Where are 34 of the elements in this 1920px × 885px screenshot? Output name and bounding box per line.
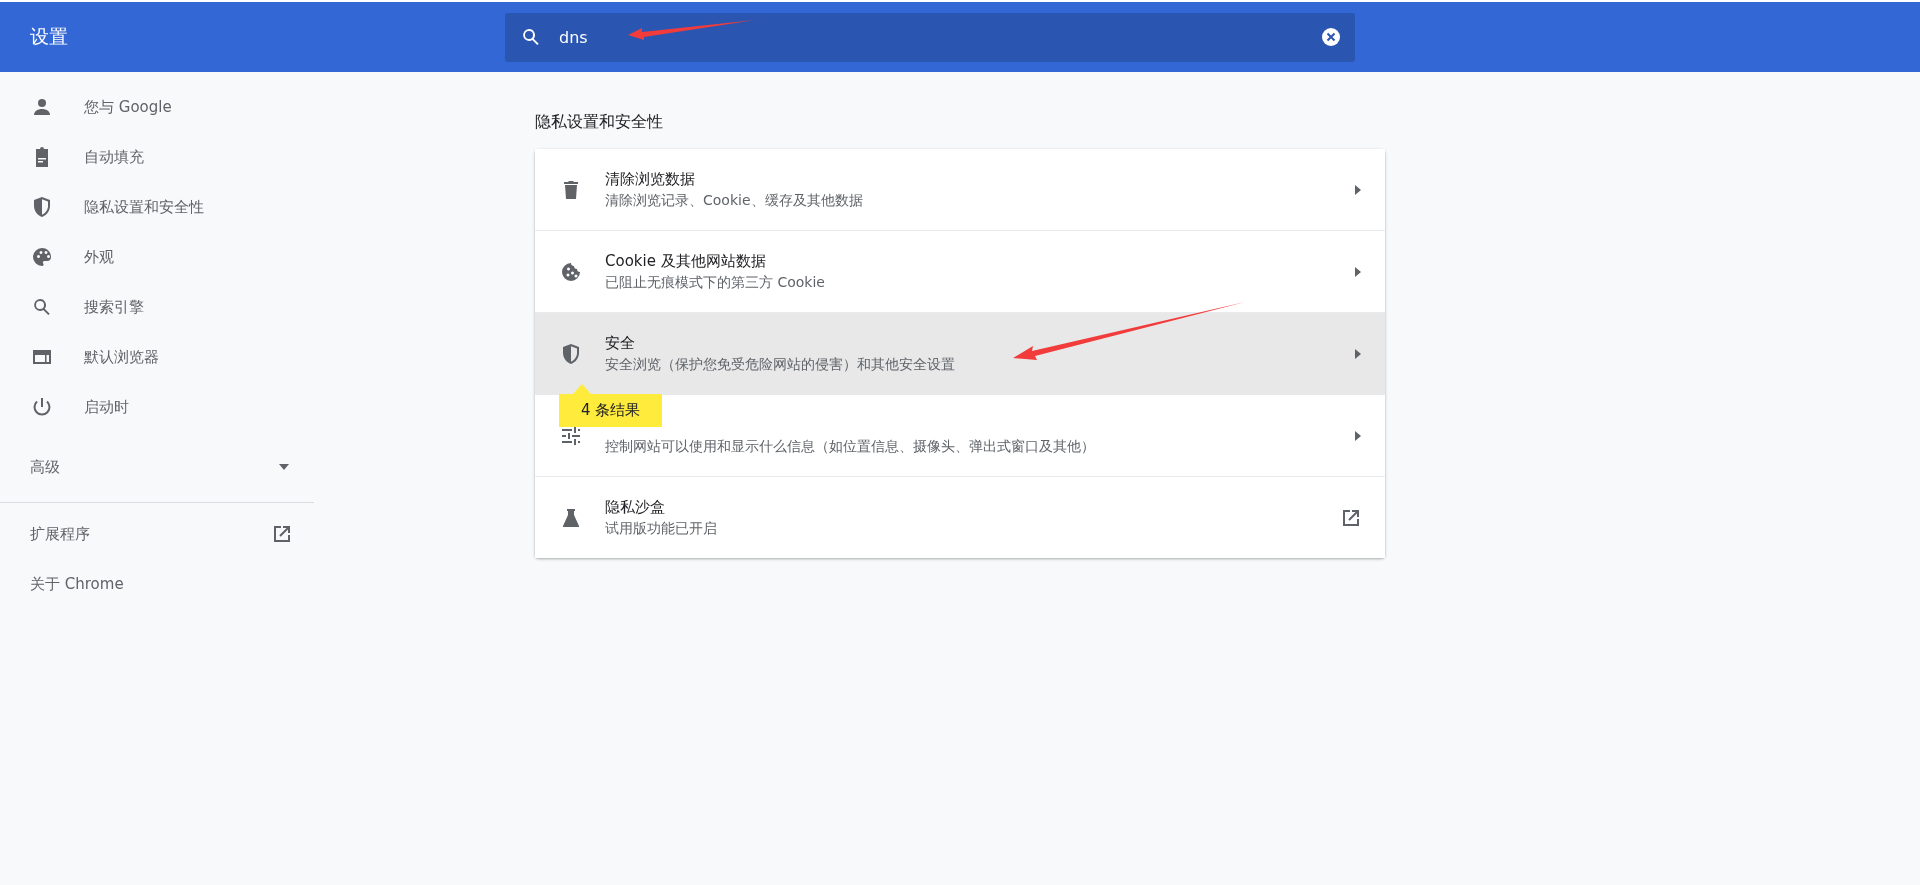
sidebar-item[interactable]: 启动时: [0, 382, 314, 432]
advanced-toggle[interactable]: 高级: [0, 442, 314, 492]
sidebar-item[interactable]: 您与 Google: [0, 82, 314, 132]
sidebar-item[interactable]: 默认浏览器: [0, 332, 314, 382]
sidebar-item[interactable]: 搜索引擎: [0, 282, 314, 332]
settings-row[interactable]: Cookie 及其他网站数据 已阻止无痕模式下的第三方 Cookie: [535, 230, 1385, 312]
section-title: 隐私设置和安全性: [535, 112, 664, 133]
row-subtitle: 已阻止无痕模式下的第三方 Cookie: [605, 273, 826, 292]
palette-icon: [30, 245, 54, 269]
row-title: 隐私沙盒: [605, 497, 665, 517]
row-subtitle: 试用版功能已开启: [605, 519, 718, 538]
row-subtitle: 控制网站可以使用和显示什么信息（如位置信息、摄像头、弹出式窗口及其他）: [605, 438, 1096, 456]
sidebar-item[interactable]: 外观: [0, 232, 314, 282]
row-title: 安全: [605, 333, 635, 353]
search-input[interactable]: dns: [557, 26, 1307, 48]
sidebar-link[interactable]: 关于 Chrome: [0, 559, 314, 609]
chevron-right-icon[interactable]: [1353, 347, 1363, 360]
search-field[interactable]: dns: [505, 12, 1355, 62]
sidebar-link[interactable]: 扩展程序: [0, 509, 314, 559]
clear-icon[interactable]: [1321, 27, 1341, 47]
settings-row[interactable]: 隐私沙盒 试用版功能已开启: [535, 476, 1385, 558]
sidebar-item[interactable]: 隐私设置和安全性: [0, 182, 314, 232]
settings-row[interactable]: 清除浏览数据 清除浏览记录、Cookie、缓存及其他数据: [535, 149, 1385, 230]
row-subtitle: 清除浏览记录、Cookie、缓存及其他数据: [605, 191, 864, 210]
badge-pointer: [573, 384, 591, 394]
row-title: 清除浏览数据: [605, 169, 695, 189]
sidebar-item[interactable]: 自动填充: [0, 132, 314, 182]
chevron-right-icon[interactable]: [1353, 429, 1363, 442]
settings-row[interactable]: 安全 安全浏览（保护您免受危险网站的侵害）和其他安全设置: [535, 312, 1385, 394]
row-title: Cookie 及其他网站数据: [605, 251, 766, 271]
page-title: 设置: [29, 24, 69, 49]
chevron-right-icon[interactable]: [1353, 265, 1363, 278]
row-subtitle: 安全浏览（保护您免受危险网站的侵害）和其他安全设置: [605, 355, 956, 374]
chevron-right-icon[interactable]: [1353, 183, 1363, 196]
